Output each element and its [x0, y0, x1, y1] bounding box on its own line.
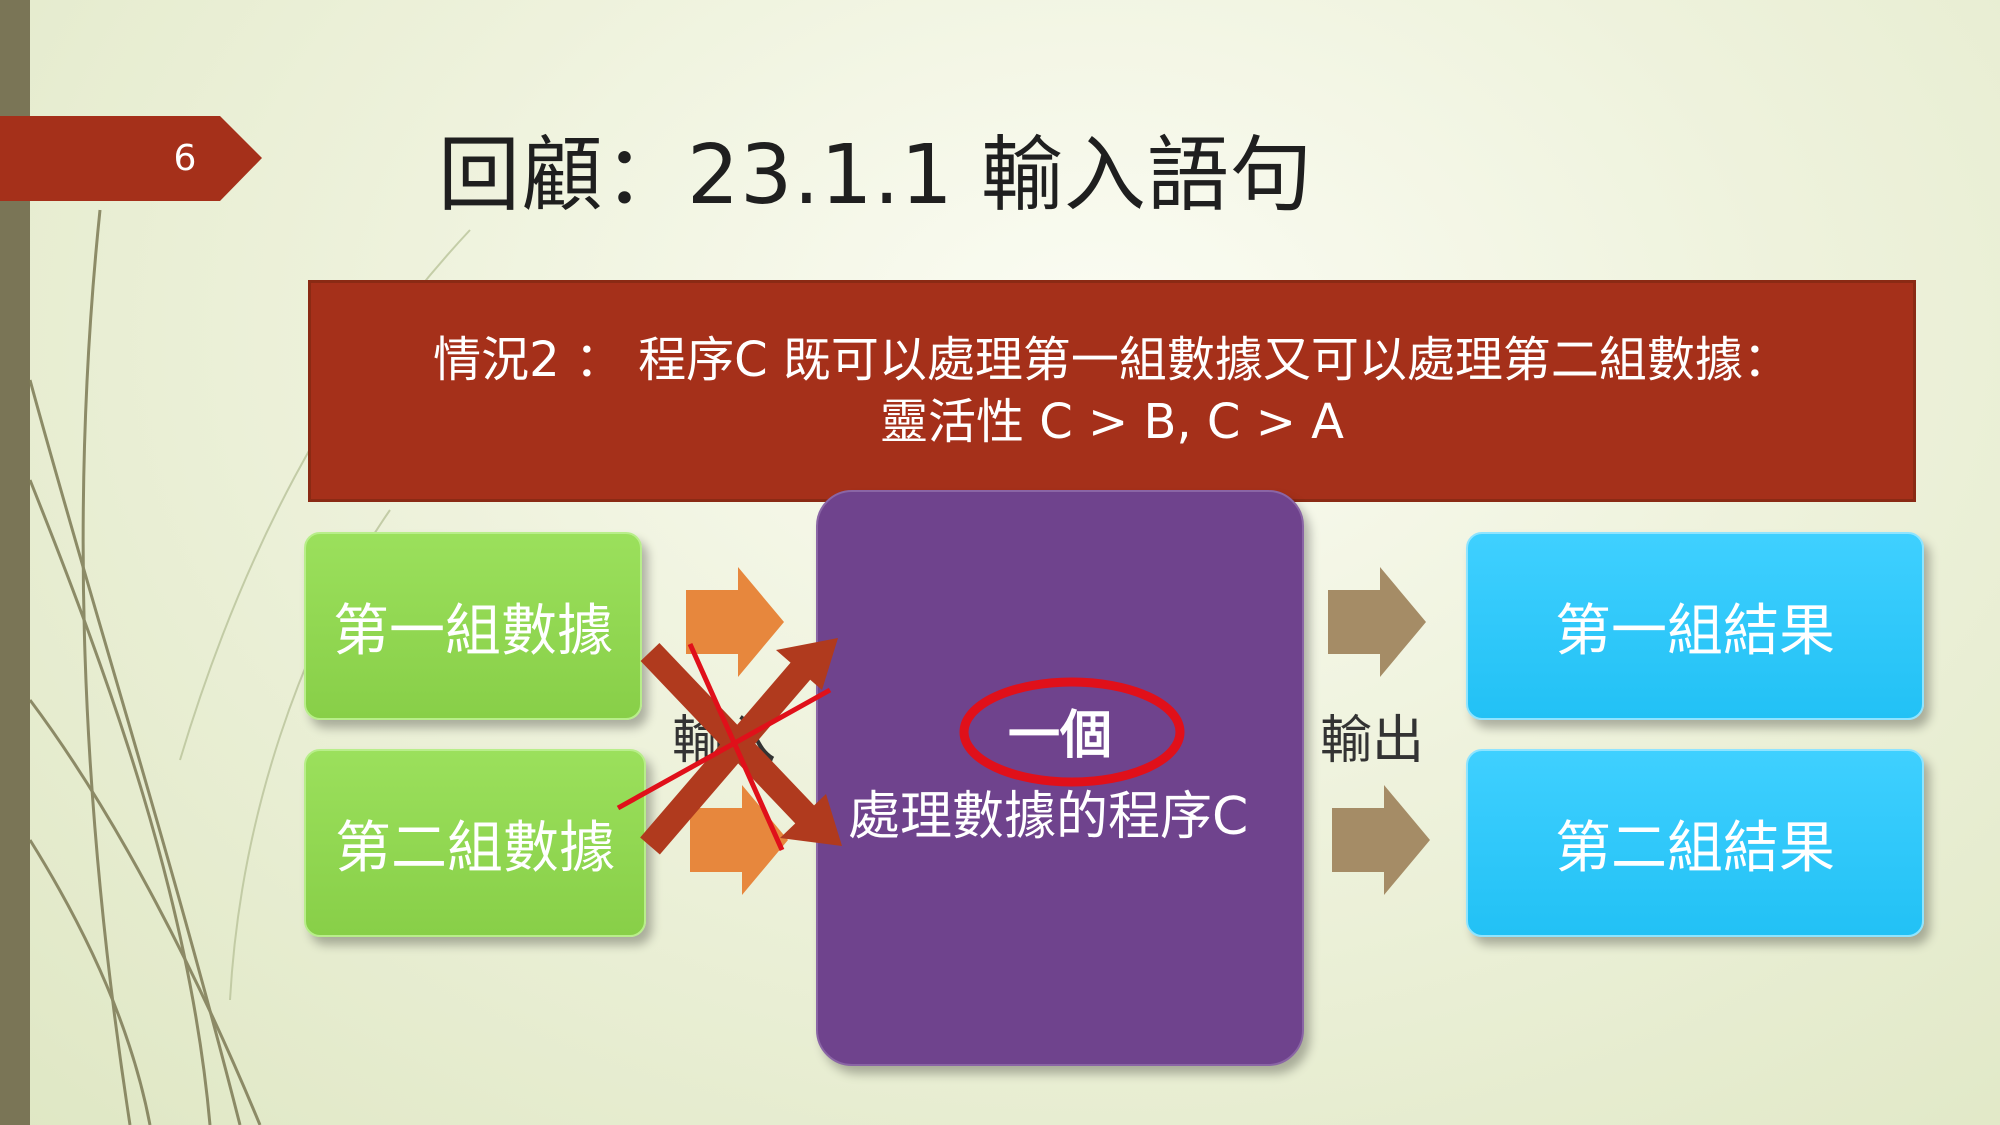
highlight-circle — [959, 677, 1185, 787]
strike-line-1 — [687, 642, 785, 852]
red-annotations — [616, 642, 1185, 852]
strike-line-2 — [616, 687, 832, 811]
